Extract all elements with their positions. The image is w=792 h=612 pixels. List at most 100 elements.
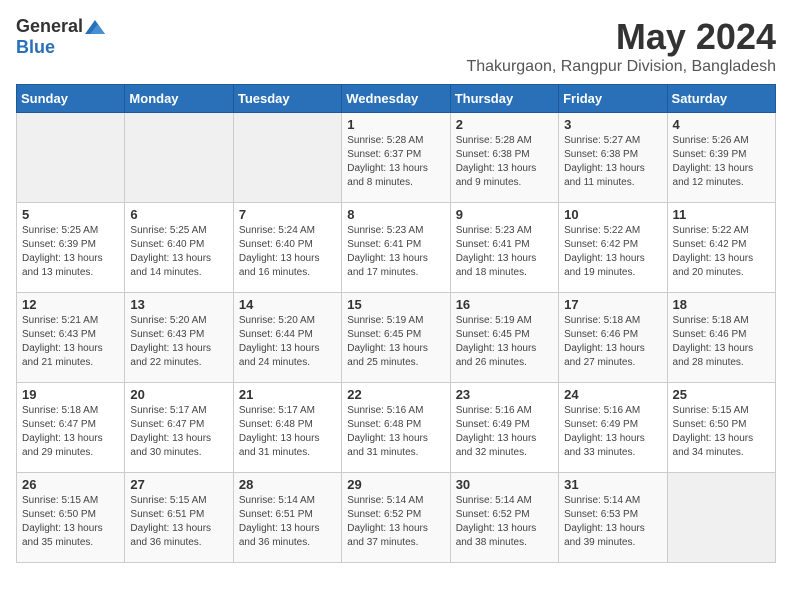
day-info: Sunrise: 5:20 AM Sunset: 6:43 PM Dayligh… bbox=[130, 314, 227, 370]
day-number: 1 bbox=[347, 117, 444, 132]
day-number: 4 bbox=[673, 117, 770, 132]
day-number: 14 bbox=[239, 297, 336, 312]
calendar-cell: 31 Sunrise: 5:14 AM Sunset: 6:53 PM Dayli… bbox=[559, 473, 667, 563]
day-info: Sunrise: 5:16 AM Sunset: 6:49 PM Dayligh… bbox=[564, 404, 661, 460]
logo-blue-text: Blue bbox=[16, 37, 55, 58]
subtitle: Thakurgaon, Rangpur Division, Bangladesh bbox=[466, 58, 776, 76]
day-info: Sunrise: 5:23 AM Sunset: 6:41 PM Dayligh… bbox=[347, 224, 444, 280]
day-info: Sunrise: 5:17 AM Sunset: 6:48 PM Dayligh… bbox=[239, 404, 336, 460]
calendar-cell: 10 Sunrise: 5:22 AM Sunset: 6:42 PM Dayli… bbox=[559, 203, 667, 293]
calendar-cell: 13Sunrise: 5:20 AM Sunset: 6:43 PM Dayli… bbox=[125, 293, 233, 383]
day-info: Sunrise: 5:15 AM Sunset: 6:50 PM Dayligh… bbox=[22, 494, 119, 550]
day-info: Sunrise: 5:14 AM Sunset: 6:52 PM Dayligh… bbox=[456, 494, 553, 550]
day-number: 26 bbox=[22, 477, 119, 492]
day-number: 21 bbox=[239, 387, 336, 402]
calendar-cell: 8 Sunrise: 5:23 AM Sunset: 6:41 PM Daylig… bbox=[342, 203, 450, 293]
day-number: 12 bbox=[22, 297, 119, 312]
day-number: 17 bbox=[564, 297, 661, 312]
calendar-cell: 27 Sunrise: 5:15 AM Sunset: 6:51 PM Dayli… bbox=[125, 473, 233, 563]
day-number: 9 bbox=[456, 207, 553, 222]
day-number: 24 bbox=[564, 387, 661, 402]
day-info: Sunrise: 5:27 AM Sunset: 6:38 PM Dayligh… bbox=[564, 134, 661, 190]
calendar-cell: 19 Sunrise: 5:18 AM Sunset: 6:47 PM Dayli… bbox=[17, 383, 125, 473]
day-number: 19 bbox=[22, 387, 119, 402]
calendar-header-saturday: Saturday bbox=[667, 85, 775, 113]
day-info: Sunrise: 5:22 AM Sunset: 6:42 PM Dayligh… bbox=[564, 224, 661, 280]
calendar-header-sunday: Sunday bbox=[17, 85, 125, 113]
day-number: 2 bbox=[456, 117, 553, 132]
day-info: Sunrise: 5:25 AM Sunset: 6:39 PM Dayligh… bbox=[22, 224, 119, 280]
day-info: Sunrise: 5:28 AM Sunset: 6:37 PM Dayligh… bbox=[347, 134, 444, 190]
calendar-cell: 11Sunrise: 5:22 AM Sunset: 6:42 PM Dayli… bbox=[667, 203, 775, 293]
calendar-cell: 18 Sunrise: 5:18 AM Sunset: 6:46 PM Dayli… bbox=[667, 293, 775, 383]
day-info: Sunrise: 5:22 AM Sunset: 6:42 PM Dayligh… bbox=[673, 224, 770, 280]
day-number: 31 bbox=[564, 477, 661, 492]
calendar-cell: 30 Sunrise: 5:14 AM Sunset: 6:52 PM Dayli… bbox=[450, 473, 558, 563]
day-number: 5 bbox=[22, 207, 119, 222]
day-info: Sunrise: 5:20 AM Sunset: 6:44 PM Dayligh… bbox=[239, 314, 336, 370]
calendar-cell: 28 Sunrise: 5:14 AM Sunset: 6:51 PM Dayli… bbox=[233, 473, 341, 563]
calendar-cell: 23Sunrise: 5:16 AM Sunset: 6:49 PM Dayli… bbox=[450, 383, 558, 473]
day-number: 7 bbox=[239, 207, 336, 222]
calendar-week-row: 19 Sunrise: 5:18 AM Sunset: 6:47 PM Dayli… bbox=[17, 383, 776, 473]
day-number: 15 bbox=[347, 297, 444, 312]
day-number: 30 bbox=[456, 477, 553, 492]
calendar-cell: 21 Sunrise: 5:17 AM Sunset: 6:48 PM Dayli… bbox=[233, 383, 341, 473]
calendar-cell: 14 Sunrise: 5:20 AM Sunset: 6:44 PM Dayli… bbox=[233, 293, 341, 383]
logo-general-text: General bbox=[16, 16, 83, 37]
day-info: Sunrise: 5:18 AM Sunset: 6:47 PM Dayligh… bbox=[22, 404, 119, 460]
calendar-table: SundayMondayTuesdayWednesdayThursdayFrid… bbox=[16, 84, 776, 563]
day-number: 27 bbox=[130, 477, 227, 492]
day-info: Sunrise: 5:15 AM Sunset: 6:50 PM Dayligh… bbox=[673, 404, 770, 460]
day-info: Sunrise: 5:14 AM Sunset: 6:53 PM Dayligh… bbox=[564, 494, 661, 550]
calendar-week-row: 5 Sunrise: 5:25 AM Sunset: 6:39 PM Daylig… bbox=[17, 203, 776, 293]
day-info: Sunrise: 5:25 AM Sunset: 6:40 PM Dayligh… bbox=[130, 224, 227, 280]
day-info: Sunrise: 5:15 AM Sunset: 6:51 PM Dayligh… bbox=[130, 494, 227, 550]
calendar-cell: 2 Sunrise: 5:28 AM Sunset: 6:38 PM Daylig… bbox=[450, 113, 558, 203]
logo: General Blue bbox=[16, 16, 105, 58]
day-number: 18 bbox=[673, 297, 770, 312]
calendar-week-row: 26 Sunrise: 5:15 AM Sunset: 6:50 PM Dayli… bbox=[17, 473, 776, 563]
day-info: Sunrise: 5:14 AM Sunset: 6:52 PM Dayligh… bbox=[347, 494, 444, 550]
day-info: Sunrise: 5:26 AM Sunset: 6:39 PM Dayligh… bbox=[673, 134, 770, 190]
day-info: Sunrise: 5:23 AM Sunset: 6:41 PM Dayligh… bbox=[456, 224, 553, 280]
day-info: Sunrise: 5:19 AM Sunset: 6:45 PM Dayligh… bbox=[347, 314, 444, 370]
calendar-header-friday: Friday bbox=[559, 85, 667, 113]
day-info: Sunrise: 5:16 AM Sunset: 6:49 PM Dayligh… bbox=[456, 404, 553, 460]
day-info: Sunrise: 5:14 AM Sunset: 6:51 PM Dayligh… bbox=[239, 494, 336, 550]
day-info: Sunrise: 5:28 AM Sunset: 6:38 PM Dayligh… bbox=[456, 134, 553, 190]
calendar-cell: 17 Sunrise: 5:18 AM Sunset: 6:46 PM Dayli… bbox=[559, 293, 667, 383]
calendar-cell: 15 Sunrise: 5:19 AM Sunset: 6:45 PM Dayli… bbox=[342, 293, 450, 383]
calendar-cell bbox=[125, 113, 233, 203]
day-number: 8 bbox=[347, 207, 444, 222]
day-info: Sunrise: 5:19 AM Sunset: 6:45 PM Dayligh… bbox=[456, 314, 553, 370]
calendar-cell: 7Sunrise: 5:24 AM Sunset: 6:40 PM Daylig… bbox=[233, 203, 341, 293]
calendar-week-row: 1 Sunrise: 5:28 AM Sunset: 6:37 PM Daylig… bbox=[17, 113, 776, 203]
day-info: Sunrise: 5:18 AM Sunset: 6:46 PM Dayligh… bbox=[673, 314, 770, 370]
calendar-cell: 9 Sunrise: 5:23 AM Sunset: 6:41 PM Daylig… bbox=[450, 203, 558, 293]
calendar-header-tuesday: Tuesday bbox=[233, 85, 341, 113]
calendar-cell bbox=[17, 113, 125, 203]
day-number: 22 bbox=[347, 387, 444, 402]
calendar-cell: 24 Sunrise: 5:16 AM Sunset: 6:49 PM Dayli… bbox=[559, 383, 667, 473]
calendar-cell bbox=[233, 113, 341, 203]
calendar-cell: 16 Sunrise: 5:19 AM Sunset: 6:45 PM Dayli… bbox=[450, 293, 558, 383]
calendar-header-monday: Monday bbox=[125, 85, 233, 113]
logo-icon bbox=[85, 20, 105, 34]
day-info: Sunrise: 5:18 AM Sunset: 6:46 PM Dayligh… bbox=[564, 314, 661, 370]
day-number: 25 bbox=[673, 387, 770, 402]
day-number: 6 bbox=[130, 207, 227, 222]
calendar-week-row: 12Sunrise: 5:21 AM Sunset: 6:43 PM Dayli… bbox=[17, 293, 776, 383]
calendar-cell: 12Sunrise: 5:21 AM Sunset: 6:43 PM Dayli… bbox=[17, 293, 125, 383]
day-number: 28 bbox=[239, 477, 336, 492]
day-info: Sunrise: 5:16 AM Sunset: 6:48 PM Dayligh… bbox=[347, 404, 444, 460]
calendar-cell bbox=[667, 473, 775, 563]
calendar-cell: 20Sunrise: 5:17 AM Sunset: 6:47 PM Dayli… bbox=[125, 383, 233, 473]
calendar-cell: 22 Sunrise: 5:16 AM Sunset: 6:48 PM Dayli… bbox=[342, 383, 450, 473]
day-number: 10 bbox=[564, 207, 661, 222]
day-number: 29 bbox=[347, 477, 444, 492]
calendar-cell: 26 Sunrise: 5:15 AM Sunset: 6:50 PM Dayli… bbox=[17, 473, 125, 563]
day-number: 16 bbox=[456, 297, 553, 312]
calendar-cell: 3Sunrise: 5:27 AM Sunset: 6:38 PM Daylig… bbox=[559, 113, 667, 203]
calendar-header-row: SundayMondayTuesdayWednesdayThursdayFrid… bbox=[17, 85, 776, 113]
